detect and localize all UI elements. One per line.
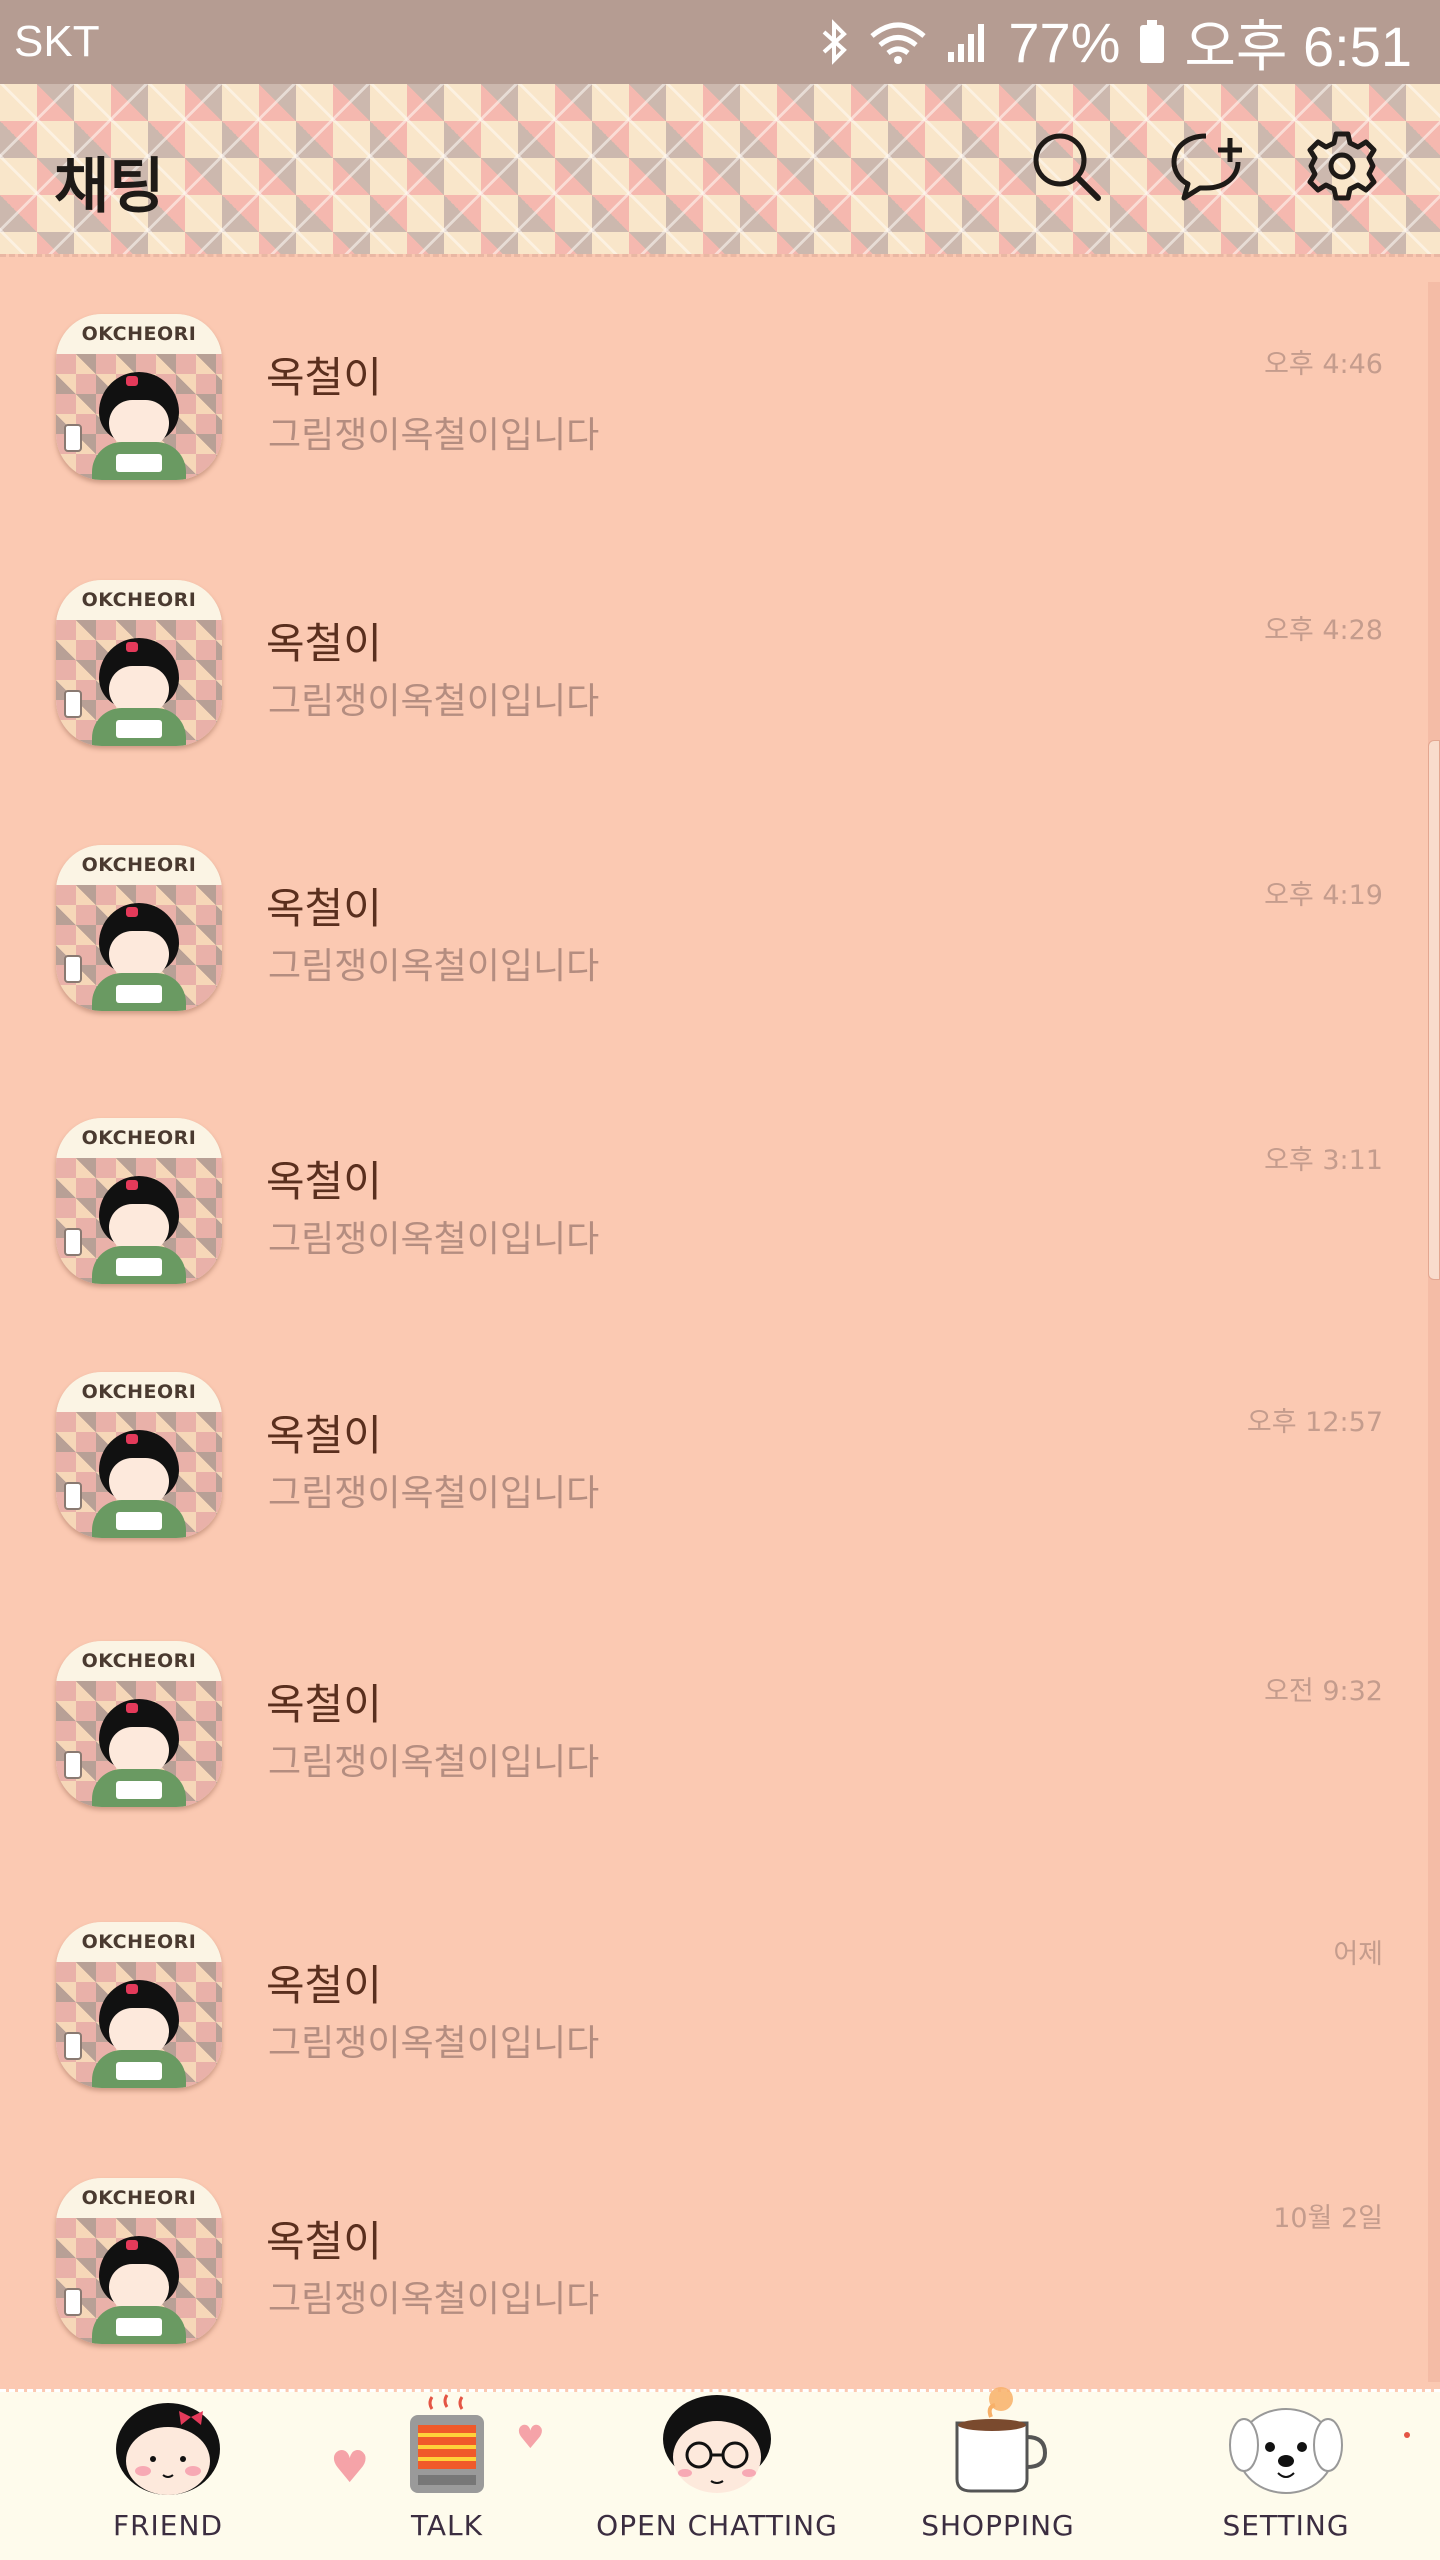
chat-preview: 그림쟁이옥철이입니다 — [268, 1742, 600, 1783]
chat-preview: 그림쟁이옥철이입니다 — [268, 1219, 600, 1260]
avatar-label: OKCHEORI — [56, 1641, 222, 1681]
avatar-label: OKCHEORI — [56, 580, 222, 620]
avatar-label: OKCHEORI — [56, 2178, 222, 2218]
chat-row[interactable]: OKCHEORI 옥철이 그림쟁이옥철이입니다 오후 4:19 — [0, 845, 1420, 1045]
notification-dot — [1404, 2432, 1410, 2438]
scrollbar-track[interactable] — [1428, 282, 1440, 2382]
chat-name: 옥철이 — [266, 1680, 382, 1729]
bluetooth-icon — [820, 18, 850, 66]
chat-preview: 그림쟁이옥철이입니다 — [268, 2023, 600, 2064]
avatar-label: OKCHEORI — [56, 845, 222, 885]
avatar[interactable]: OKCHEORI — [56, 2178, 222, 2344]
chat-name: 옥철이 — [266, 884, 382, 933]
nav-setting-label: SETTING — [1222, 2509, 1350, 2542]
chat-row[interactable]: OKCHEORI 옥철이 그림쟁이옥철이입니다 오후 3:11 — [0, 1118, 1420, 1318]
heart-icon: ♥ — [516, 2418, 545, 2456]
avatar[interactable]: OKCHEORI — [56, 1641, 222, 1807]
chat-name: 옥철이 — [266, 1961, 382, 2010]
chat-name: 옥철이 — [266, 1411, 382, 1460]
nav-friend-label: FRIEND — [112, 2509, 223, 2542]
chat-time: 10월 2일 — [1273, 2203, 1383, 2234]
chat-preview: 그림쟁이옥철이입니다 — [268, 1473, 600, 1514]
avatar[interactable]: OKCHEORI — [56, 1922, 222, 2088]
signal-icon — [946, 18, 990, 66]
chat-list[interactable]: OKCHEORI 옥철이 그림쟁이옥철이입니다 오후 4:46 OKCHEORI… — [0, 274, 1420, 2384]
boy-glasses-icon — [661, 2393, 773, 2501]
chat-time: 오후 4:46 — [1264, 349, 1383, 380]
chat-time: 오후 3:11 — [1264, 1145, 1383, 1176]
heart-icon: ♥ — [330, 2442, 370, 2493]
avatar[interactable]: OKCHEORI — [56, 580, 222, 746]
new-chat-icon[interactable] — [1166, 124, 1250, 208]
nav-talk[interactable]: TALK — [354, 2392, 540, 2560]
avatar-label: OKCHEORI — [56, 314, 222, 354]
coffee-cup-icon — [943, 2387, 1053, 2501]
nav-talk-label: TALK — [410, 2509, 484, 2542]
chat-preview: 그림쟁이옥철이입니다 — [268, 415, 600, 456]
girl-face-icon — [113, 2401, 223, 2501]
chat-row[interactable]: OKCHEORI 옥철이 그림쟁이옥철이입니다 어제 — [0, 1922, 1420, 2122]
status-bar: SKT 77% 오후 6:51 — [0, 0, 1440, 84]
chat-name: 옥철이 — [266, 2217, 382, 2266]
chat-time: 오후 4:19 — [1264, 880, 1383, 911]
chat-row[interactable]: OKCHEORI 옥철이 그림쟁이옥철이입니다 오후 4:46 — [0, 314, 1420, 514]
carrier-label: SKT — [14, 17, 100, 66]
bottom-nav: FRIEND TALK ♥ ♥ OPEN CHATTING SHOPPING S… — [0, 2387, 1440, 2560]
battery-percent: 77% — [1008, 10, 1121, 74]
chat-preview: 그림쟁이옥철이입니다 — [268, 2279, 600, 2320]
chat-header: 채팅 — [0, 84, 1440, 254]
chat-preview: 그림쟁이옥철이입니다 — [268, 681, 600, 722]
avatar-label: OKCHEORI — [56, 1118, 222, 1158]
wifi-icon — [868, 18, 928, 66]
chat-name: 옥철이 — [266, 619, 382, 668]
nav-shopping[interactable]: SHOPPING — [898, 2387, 1098, 2560]
avatar-label: OKCHEORI — [56, 1922, 222, 1962]
nav-setting[interactable]: SETTING — [1186, 2392, 1386, 2560]
nav-shopping-label: SHOPPING — [921, 2509, 1075, 2542]
search-icon[interactable] — [1024, 124, 1108, 208]
chat-preview: 그림쟁이옥철이입니다 — [268, 946, 600, 987]
puppy-icon — [1226, 2401, 1346, 2501]
avatar[interactable]: OKCHEORI — [56, 1118, 222, 1284]
avatar[interactable]: OKCHEORI — [56, 314, 222, 480]
heater-icon — [402, 2393, 492, 2501]
chat-row[interactable]: OKCHEORI 옥철이 그림쟁이옥철이입니다 오후 12:57 — [0, 1372, 1420, 1572]
chat-time: 오후 4:28 — [1264, 615, 1383, 646]
chat-name: 옥철이 — [266, 1157, 382, 1206]
page-title: 채팅 — [54, 152, 165, 222]
chat-time: 어제 — [1333, 1939, 1383, 1970]
avatar[interactable]: OKCHEORI — [56, 845, 222, 1011]
battery-icon — [1138, 18, 1166, 66]
chat-time: 오후 12:57 — [1246, 1407, 1383, 1438]
chat-row[interactable]: OKCHEORI 옥철이 그림쟁이옥철이입니다 10월 2일 — [0, 2178, 1420, 2378]
nav-divider — [0, 2384, 1440, 2392]
chat-time: 오전 9:32 — [1264, 1676, 1383, 1707]
chat-row[interactable]: OKCHEORI 옥철이 그림쟁이옥철이입니다 오전 9:32 — [0, 1641, 1420, 1841]
chat-name: 옥철이 — [266, 353, 382, 402]
clock: 오후 6:51 — [1184, 14, 1412, 78]
settings-gear-icon[interactable] — [1300, 124, 1384, 208]
avatar-label: OKCHEORI — [56, 1372, 222, 1412]
scrollbar-thumb[interactable] — [1428, 740, 1440, 1280]
avatar[interactable]: OKCHEORI — [56, 1372, 222, 1538]
status-icons: 77% 오후 6:51 — [820, 2, 1412, 83]
chat-row[interactable]: OKCHEORI 옥철이 그림쟁이옥철이입니다 오후 4:28 — [0, 580, 1420, 780]
nav-friend[interactable]: FRIEND — [80, 2392, 256, 2560]
header-divider — [0, 254, 1440, 274]
nav-open-chatting-label: OPEN CHATTING — [596, 2509, 838, 2542]
nav-open-chatting[interactable]: OPEN CHATTING — [582, 2392, 852, 2560]
